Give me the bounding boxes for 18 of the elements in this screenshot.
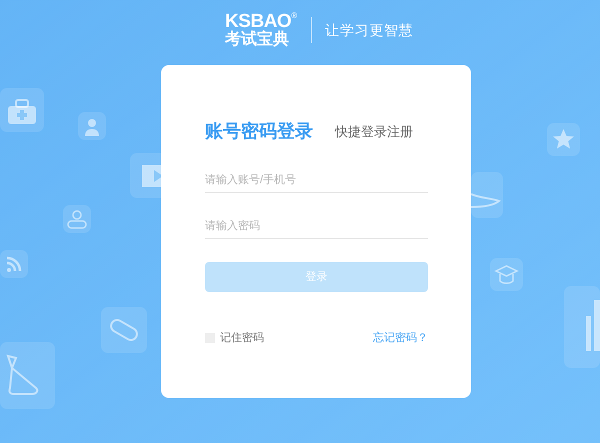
person-icon bbox=[63, 205, 91, 233]
graduation-cap-icon bbox=[490, 258, 523, 291]
nurse-icon bbox=[78, 112, 106, 140]
remember-label: 记住密码 bbox=[220, 330, 264, 346]
slogan: 让学习更智慧 bbox=[325, 20, 414, 40]
flask-icon bbox=[0, 342, 55, 409]
bar-chart-icon bbox=[564, 286, 600, 368]
logo-subtitle: 考试宝典 bbox=[225, 32, 289, 48]
login-tab[interactable]: 账号密码登录 bbox=[205, 122, 313, 140]
forgot-password-link[interactable]: 忘记密码？ bbox=[373, 330, 428, 346]
input-field[interactable]: 请输入账号/手机号 bbox=[205, 167, 428, 193]
rss-icon bbox=[0, 250, 28, 278]
registered-mark: ® bbox=[291, 12, 298, 20]
login-tab[interactable]: 快捷登录注册 bbox=[335, 125, 413, 138]
input-field[interactable]: 请输入密码 bbox=[205, 213, 428, 239]
medical-kit-icon bbox=[0, 88, 44, 132]
pill-icon bbox=[101, 307, 147, 353]
logo-text: KSBAO bbox=[225, 12, 292, 31]
